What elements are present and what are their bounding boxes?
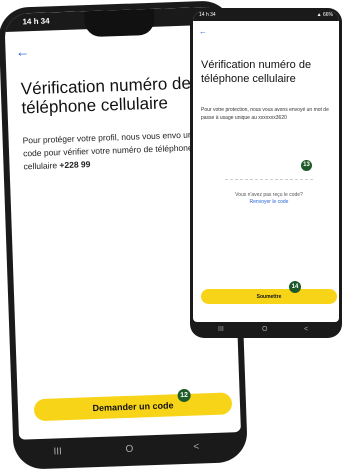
otp-code-input[interactable] [225,179,313,181]
status-time-front: 14 h 34 [199,12,216,18]
home-icon[interactable]: O [125,444,133,455]
recent-apps-icon[interactable]: III [53,446,62,457]
android-nav-bar-front: III O < [200,325,330,337]
step-badge-13: 13 [301,160,312,171]
android-nav-bar: III O < [33,439,224,464]
back-arrow-icon[interactable]: ← [199,27,207,36]
status-time: 14 h 34 [22,16,50,27]
screen-front: 14 h 34 ▲ 66% ← Vérification numéro de t… [193,11,339,322]
step-badge-14: 14 [289,281,301,293]
status-bar-front-content: 14 h 34 ▲ 66% [197,12,335,20]
back-arrow-icon[interactable]: ← [15,43,30,59]
resend-code-link[interactable]: Renvoyer le code [199,199,339,205]
description: Pour protéger votre profil, nous vous en… [22,128,211,174]
nav-back-icon[interactable]: < [193,441,199,452]
request-code-button[interactable]: Demander un code [33,392,233,422]
phone-front: 14 h 34 ▲ 66% ← Vérification numéro de t… [190,8,342,338]
submit-button[interactable]: Soumettre [201,289,337,304]
phone-number: +228 99 [59,159,91,171]
otp-description: Pour votre protection, nous vous avons e… [201,107,329,121]
description-text: Pour protéger votre profil, nous vous en… [22,129,193,172]
page-title-front: Vérification numéro de téléphone cellula… [201,59,312,85]
status-icons-front: ▲ 66% [316,12,333,18]
nav-back-icon[interactable]: < [304,326,308,333]
no-code-text: Vous n'avez pas reçu le code? [235,192,303,198]
recent-apps-icon[interactable]: III [218,326,224,333]
home-icon[interactable]: O [262,326,267,333]
